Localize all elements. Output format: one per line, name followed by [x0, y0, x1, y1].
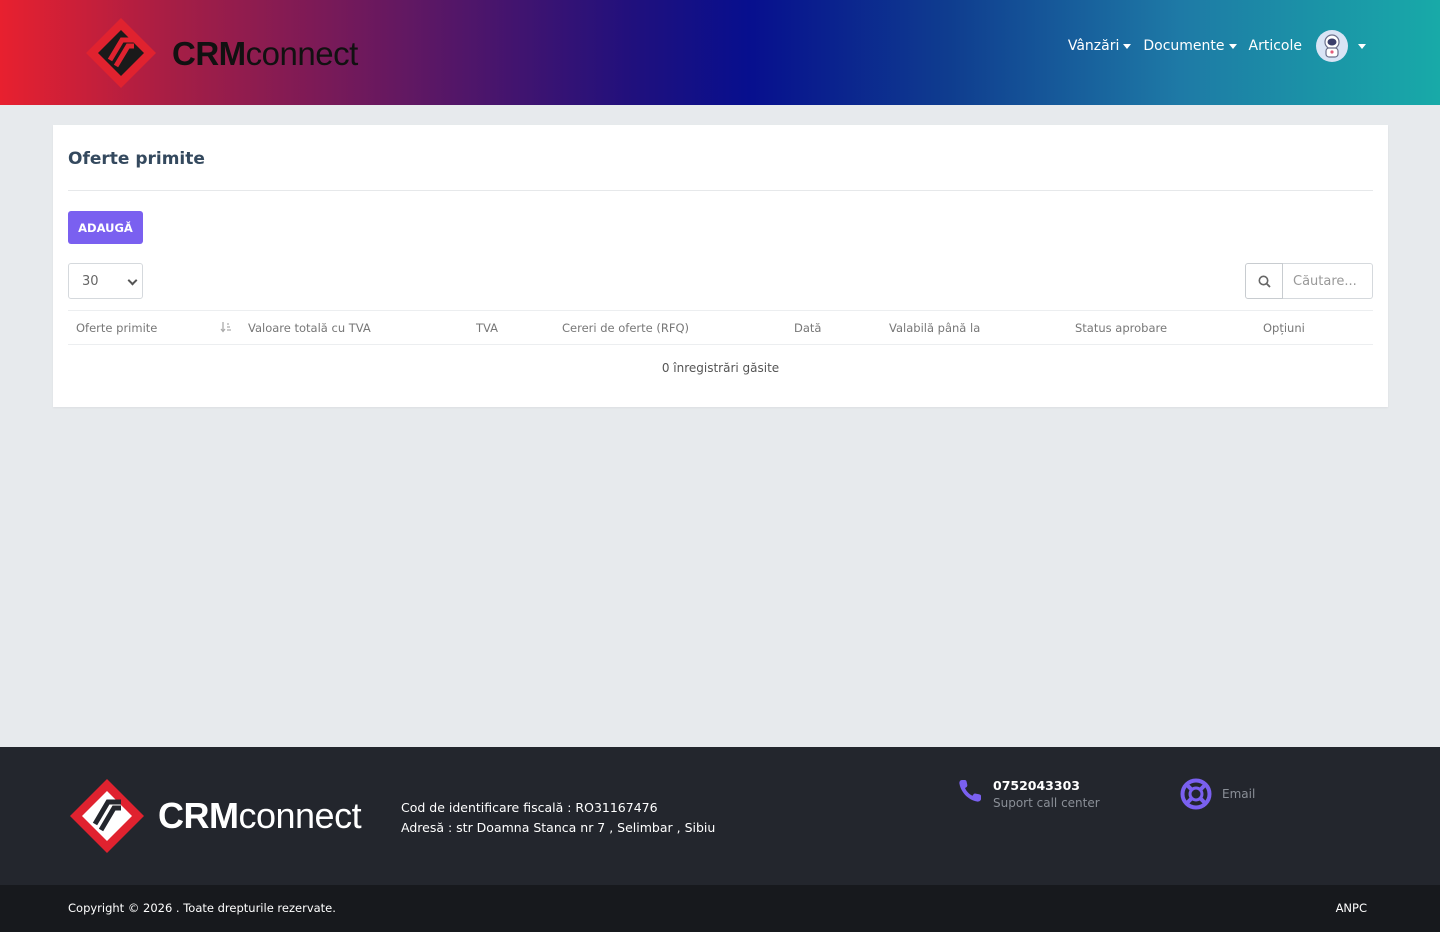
search-button[interactable]: [1245, 263, 1283, 299]
nav-vanzari-label: Vânzări: [1067, 38, 1120, 54]
lifebuoy-icon: [1180, 778, 1212, 810]
search-icon: [1258, 275, 1271, 288]
main-nav: Vânzări Documente Articole: [1056, 30, 1366, 62]
nav-articole[interactable]: Articole: [1249, 38, 1302, 54]
search-input[interactable]: [1283, 263, 1373, 299]
astronaut-icon: [1324, 34, 1340, 58]
footer-logo[interactable]: CRMconnect: [68, 777, 362, 855]
support-phone[interactable]: 0752043303 Suport call center: [957, 778, 1100, 812]
col-valoare-totala[interactable]: Valoare totală cu TVA: [248, 321, 371, 335]
footer: CRMconnect Cod de identificare fiscală :…: [0, 747, 1440, 885]
col-oferte-primite[interactable]: Oferte primite: [76, 321, 157, 335]
anpc-link[interactable]: ANPC: [1336, 901, 1367, 915]
page-title: Oferte primite: [68, 149, 205, 169]
nav-documente[interactable]: Documente: [1143, 38, 1237, 54]
fiscal-code: Cod de identificare fiscală : RO31167476: [401, 800, 658, 815]
table-header: Oferte primite Valoare totală cu TVA TVA…: [68, 310, 1373, 345]
phone-subtitle: Suport call center: [993, 796, 1100, 810]
empty-message: 0 înregistrări găsite: [661, 361, 780, 375]
user-menu-caret-icon[interactable]: [1358, 43, 1366, 49]
copyright-text: Copyright © 2026 . Toate drepturile reze…: [68, 901, 336, 915]
phone-icon: [959, 780, 981, 802]
divider: [68, 190, 1373, 191]
col-tva[interactable]: TVA: [476, 321, 498, 335]
top-header: CRMconnect Vânzări Documente Articole: [0, 0, 1440, 105]
col-cereri-oferte[interactable]: Cereri de oferte (RFQ): [562, 321, 689, 335]
offers-card: Oferte primite ADAUGĂ 30 Oferte primite …: [53, 125, 1388, 407]
address: Adresă : str Doamna Stanca nr 7 , Selimb…: [401, 820, 716, 835]
crm-logo-icon: [86, 18, 156, 88]
col-data[interactable]: Dată: [794, 321, 821, 335]
per-page-value: 30: [82, 273, 99, 289]
caret-down-icon: [1228, 43, 1237, 49]
caret-down-icon: [1123, 43, 1132, 49]
email-label: Email: [1222, 787, 1256, 801]
brand-logo[interactable]: CRMconnect: [84, 16, 358, 90]
col-valabila[interactable]: Valabilă până la: [889, 321, 980, 335]
per-page-select[interactable]: 30: [68, 263, 143, 299]
nav-documente-label: Documente: [1143, 38, 1225, 54]
nav-articole-label: Articole: [1248, 38, 1302, 54]
sort-icon[interactable]: [220, 321, 232, 333]
nav-vanzari[interactable]: Vânzări: [1068, 38, 1132, 54]
col-status-aprobare[interactable]: Status aprobare: [1075, 321, 1167, 335]
search-box: [1245, 263, 1373, 299]
col-optiuni: Opțiuni: [1263, 321, 1305, 335]
add-button[interactable]: ADAUGĂ: [68, 211, 143, 244]
chevron-down-icon: [127, 275, 138, 286]
support-email[interactable]: Email: [1180, 778, 1255, 810]
copyright-bar: Copyright © 2026 . Toate drepturile reze…: [0, 885, 1440, 932]
crm-logo-icon: [70, 779, 144, 853]
company-info: Cod de identificare fiscală : RO31167476…: [401, 798, 715, 838]
phone-number: 0752043303: [993, 778, 1080, 793]
user-avatar[interactable]: [1316, 30, 1348, 62]
